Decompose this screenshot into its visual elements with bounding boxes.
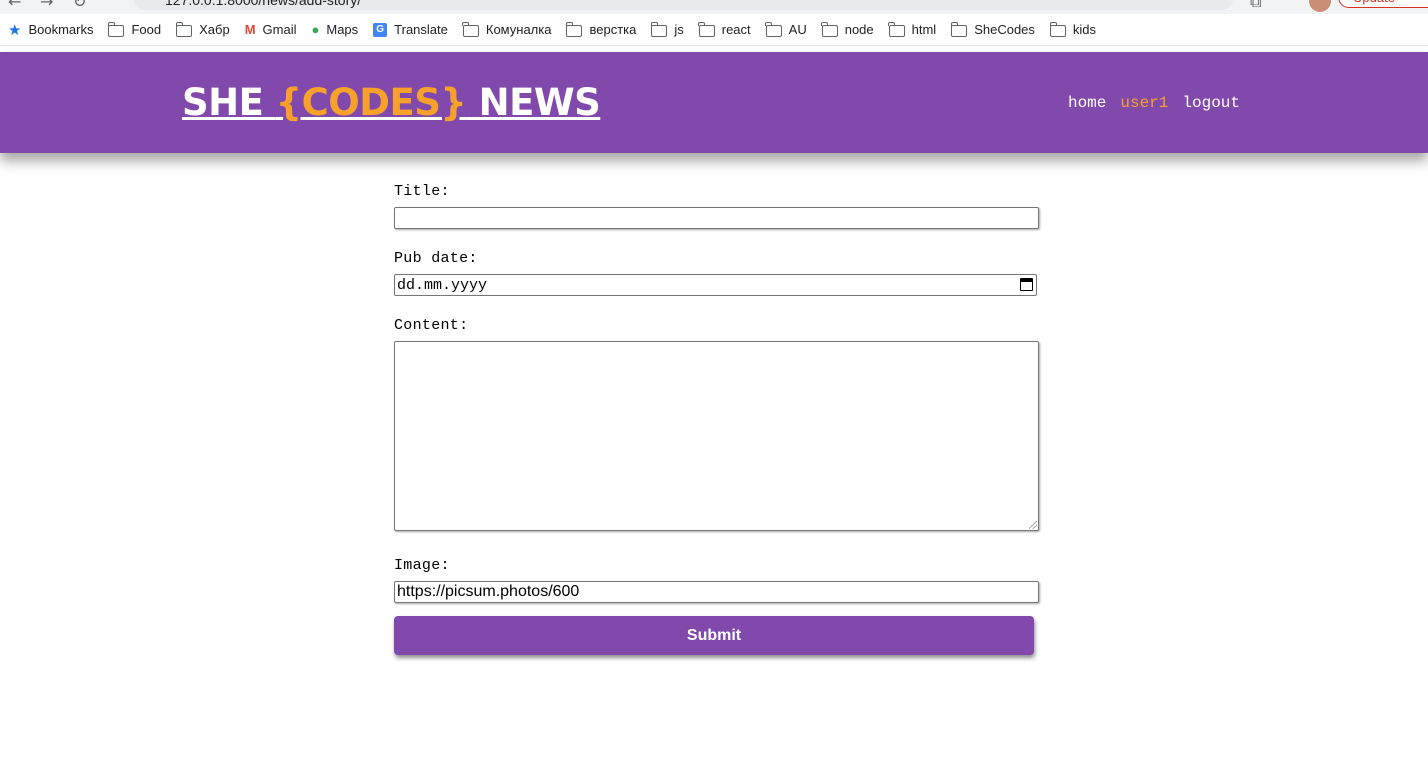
bookmark-label: node <box>844 22 874 37</box>
folder-icon <box>566 21 583 37</box>
folder-icon <box>765 21 782 37</box>
folder-icon <box>175 21 193 37</box>
title-label: Title: <box>394 183 450 200</box>
main-nav: home user1 logout <box>1068 94 1240 112</box>
nav-home-link[interactable]: home <box>1068 94 1106 112</box>
bookmark-item[interactable]: верстка <box>566 21 637 37</box>
nav-logout-link[interactable]: logout <box>1182 94 1240 112</box>
update-button[interactable]: Update <box>1338 0 1428 8</box>
bookmark-label: js <box>674 22 684 37</box>
add-story-form: Title: Pub date: dd.mm.yyyy Content: Ima… <box>394 183 1039 655</box>
logo-she: SHE <box>182 81 276 124</box>
forward-icon[interactable]: → <box>40 0 53 11</box>
content-textarea[interactable] <box>394 341 1039 531</box>
bookmark-label: AU <box>788 22 807 37</box>
image-label: Image: <box>394 557 450 574</box>
folder-icon <box>108 21 125 37</box>
bookmark-label: Maps <box>326 22 359 37</box>
submit-button[interactable]: Submit <box>394 616 1034 655</box>
site-logo[interactable]: SHE {CODES} NEWS <box>182 81 601 124</box>
resize-grip-icon[interactable] <box>1029 521 1037 529</box>
bookmark-label: SheCodes <box>974 22 1035 37</box>
folder-icon <box>1049 21 1066 37</box>
bookmark-label: Translate <box>394 22 448 37</box>
bookmark-item[interactable]: AU <box>765 21 807 37</box>
bookmark-item[interactable]: html <box>888 21 937 37</box>
bookmark-label: react <box>721 22 751 37</box>
bookmark-item[interactable]: kids <box>1049 21 1097 37</box>
folder-icon <box>821 21 838 37</box>
gmail-icon: M <box>244 22 256 37</box>
bookmark-label: Food <box>131 22 162 37</box>
content-label: Content: <box>394 317 469 334</box>
nav-user-link[interactable]: user1 <box>1120 94 1168 112</box>
pub-date-input[interactable]: dd.mm.yyyy <box>394 274 1037 296</box>
star-icon: ★ <box>8 21 22 39</box>
bookmark-label: kids <box>1072 22 1097 37</box>
bookmark-label: html <box>911 22 937 37</box>
bookmark-item[interactable]: Комуналка <box>462 21 552 37</box>
bookmark-item[interactable]: node <box>821 21 874 37</box>
bookmark-label: Комуналка <box>485 22 552 37</box>
site-header: SHE {CODES} NEWS home user1 logout <box>0 52 1428 153</box>
bookmark-item[interactable]: Food <box>108 21 162 37</box>
image-url-input[interactable] <box>394 581 1039 603</box>
folder-icon <box>888 21 905 37</box>
title-input[interactable] <box>394 207 1039 229</box>
logo-codes: {CODES} <box>275 81 467 124</box>
bookmark-item[interactable]: G Translate <box>373 22 448 37</box>
bookmark-label: верстка <box>589 22 637 37</box>
pub-date-placeholder: dd.mm.yyyy <box>397 276 488 294</box>
back-icon[interactable]: ← <box>8 0 21 11</box>
extensions-icon[interactable]: ⧉ <box>1250 0 1261 12</box>
calendar-icon[interactable] <box>1020 278 1033 291</box>
bookmarks-bar: ★ Bookmarks Food Хабр M Gmail ● Maps G Translate К… <box>0 14 1428 46</box>
address-bar-url: 127.0.0.1:8000/news/add-story/ <box>165 0 362 8</box>
maps-pin-icon: ● <box>311 22 320 37</box>
bookmark-label: Хабр <box>199 22 230 37</box>
pub-date-label: Pub date: <box>394 250 478 267</box>
logo-news: NEWS <box>466 81 601 124</box>
folder-icon <box>462 21 479 37</box>
translate-icon: G <box>373 22 388 37</box>
address-bar[interactable]: 127.0.0.1:8000/news/add-story/ <box>133 0 1233 10</box>
bookmark-item[interactable]: js <box>650 21 684 37</box>
bookmark-item[interactable]: ● Maps <box>312 22 359 37</box>
browser-toolbar: ← → ↻ 127.0.0.1:8000/news/add-story/ ⧉ U… <box>0 0 1428 14</box>
folder-icon <box>950 21 968 37</box>
reload-icon[interactable]: ↻ <box>73 0 86 11</box>
bookmark-item[interactable]: react <box>698 21 751 37</box>
bookmark-item[interactable]: SheCodes <box>950 21 1035 37</box>
profile-avatar[interactable] <box>1309 0 1331 12</box>
folder-icon <box>650 21 668 37</box>
folder-icon <box>698 21 715 37</box>
bookmark-item[interactable]: Хабр <box>175 21 230 37</box>
bookmark-label: Gmail <box>262 22 297 37</box>
bookmark-label: Bookmarks <box>28 22 94 37</box>
bookmark-item[interactable]: ★ Bookmarks <box>8 21 93 39</box>
bookmark-item[interactable]: M Gmail <box>245 22 297 37</box>
